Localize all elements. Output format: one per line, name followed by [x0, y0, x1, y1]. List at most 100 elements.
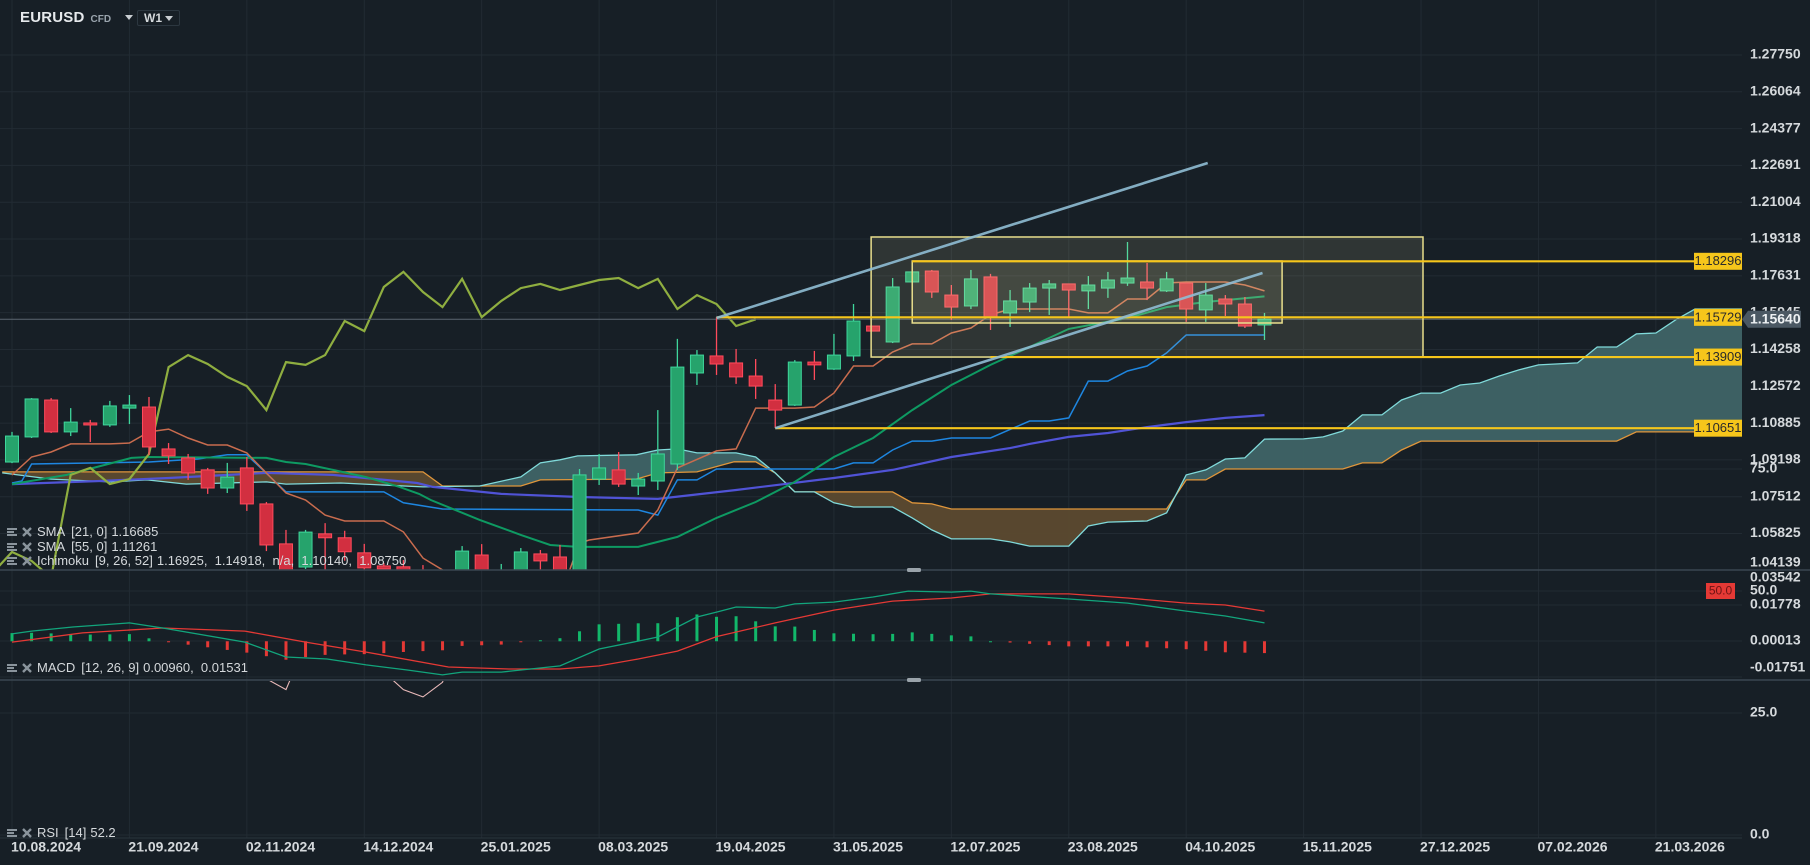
macd-histogram-bar: [108, 634, 112, 642]
candle-body: [787, 361, 802, 406]
inner-range-box[interactable]: [911, 260, 1283, 324]
candle[interactable]: [572, 469, 587, 582]
timeframe-select[interactable]: W1: [137, 10, 180, 26]
macd-histogram-bar: [852, 633, 856, 642]
settings-list-icon[interactable]: [6, 526, 18, 538]
candle[interactable]: [122, 395, 137, 425]
candle[interactable]: [220, 462, 235, 494]
macd-histogram-bar: [1067, 641, 1071, 647]
macd-histogram-bar: [1125, 641, 1129, 647]
macd-histogram-bar: [1106, 641, 1110, 647]
candle-body: [631, 478, 646, 487]
legend-values: 1.16925, 1.14918, n/a, 1.10140, 1.08750: [156, 553, 407, 568]
candle-body: [181, 457, 196, 474]
candle[interactable]: [44, 398, 59, 433]
legend-sma55: SMA [55, 0] 1.11261: [6, 539, 157, 554]
candle[interactable]: [729, 348, 744, 384]
macd-histogram-bar: [1047, 641, 1051, 646]
legend-values: 0.00960, 0.01531: [143, 660, 248, 675]
instrument-type: CFD: [90, 13, 112, 25]
candle-body: [259, 503, 274, 546]
time-axis-label: 21.09.2024: [128, 839, 198, 855]
candle-body: [611, 469, 626, 485]
macd-histogram-bar: [538, 640, 542, 642]
rsi-axis-label: 75.0: [1750, 460, 1777, 476]
settings-list-icon[interactable]: [6, 827, 18, 839]
macd-histogram-bar: [147, 638, 151, 642]
candle-body: [709, 355, 724, 365]
candle[interactable]: [826, 333, 841, 370]
timeframe-value: W1: [144, 11, 162, 25]
chevron-down-icon[interactable]: [125, 15, 134, 20]
time-axis-label: 15.11.2025: [1303, 839, 1373, 855]
close-icon[interactable]: [21, 662, 33, 674]
candle[interactable]: [787, 360, 802, 406]
candle[interactable]: [102, 400, 117, 427]
macd-histogram-bar: [949, 635, 953, 642]
price-axis-label: 1.19318: [1750, 230, 1801, 246]
candle-body: [670, 366, 685, 465]
macd-histogram-bar: [421, 641, 425, 652]
close-icon[interactable]: [21, 827, 33, 839]
candle[interactable]: [63, 408, 78, 437]
macd-histogram-bar: [754, 621, 758, 642]
candle[interactable]: [141, 396, 156, 456]
chart-canvas[interactable]: 1.27750 1.26064 1.24377 1.22691 1.21004 1.193…: [0, 0, 1810, 865]
macd-histogram-bar: [773, 626, 777, 642]
macd-histogram-bar: [323, 641, 327, 655]
candle[interactable]: [436, 576, 449, 602]
candle[interactable]: [552, 544, 567, 582]
candle-body: [5, 435, 19, 463]
macd-histogram-bar: [88, 634, 92, 642]
macd-histogram-bar: [695, 614, 699, 642]
time-axis-label: 23.08.2025: [1068, 839, 1138, 855]
pane-resize-handle[interactable]: [907, 568, 921, 572]
candle-body: [239, 467, 254, 505]
macd-histogram-bar: [480, 641, 484, 646]
candle[interactable]: [768, 384, 783, 428]
candle[interactable]: [416, 565, 429, 589]
candle[interactable]: [455, 546, 470, 597]
candle[interactable]: [709, 317, 724, 375]
macd-histogram-bar: [206, 641, 210, 648]
pane-resize-handle[interactable]: [907, 678, 921, 682]
candle[interactable]: [748, 359, 763, 399]
candle-body: [318, 533, 333, 539]
candle[interactable]: [259, 501, 274, 552]
candle-body: [729, 362, 744, 378]
legend-sma21: SMA [21, 0] 1.16685: [6, 524, 158, 539]
candle[interactable]: [513, 548, 528, 582]
macd-histogram-bar: [812, 629, 816, 642]
legend-ichimoku: Ichimoku [9, 26, 52] 1.16925, 1.14918, n…: [6, 553, 406, 568]
macd-histogram-bar: [1223, 641, 1227, 653]
settings-list-icon[interactable]: [6, 662, 18, 674]
candle[interactable]: [239, 457, 254, 511]
close-icon[interactable]: [21, 555, 33, 567]
macd-axis-label: 0.00013: [1750, 632, 1801, 648]
close-icon[interactable]: [21, 526, 33, 538]
time-axis-label: 21.03.2026: [1655, 839, 1725, 855]
candle[interactable]: [24, 398, 39, 439]
settings-list-icon[interactable]: [6, 541, 18, 553]
macd-histogram-bar: [1028, 641, 1032, 644]
symbol-selector[interactable]: EURUSD CFD: [20, 9, 134, 26]
candle[interactable]: [670, 338, 685, 470]
settings-list-icon[interactable]: [6, 555, 18, 567]
legend-params: [9, 26, 52]: [95, 553, 153, 568]
price-axis-label: 1.26064: [1750, 82, 1801, 98]
candle[interactable]: [5, 431, 19, 464]
candle[interactable]: [689, 350, 704, 385]
macd-axis-label: -0.01751: [1750, 659, 1805, 675]
candle-body: [396, 566, 411, 570]
macd-histogram-bar: [891, 633, 895, 642]
macd-histogram-bar: [167, 641, 171, 643]
candle[interactable]: [495, 563, 508, 589]
candle[interactable]: [807, 350, 822, 380]
candle[interactable]: [83, 419, 98, 442]
candle[interactable]: [200, 467, 215, 494]
price-axis-label: 1.05825: [1750, 524, 1801, 540]
candle-body: [513, 551, 528, 570]
macd-axis-label: 0.01778: [1750, 596, 1801, 612]
macd-histogram-bar: [1204, 641, 1208, 651]
close-icon[interactable]: [21, 541, 33, 553]
